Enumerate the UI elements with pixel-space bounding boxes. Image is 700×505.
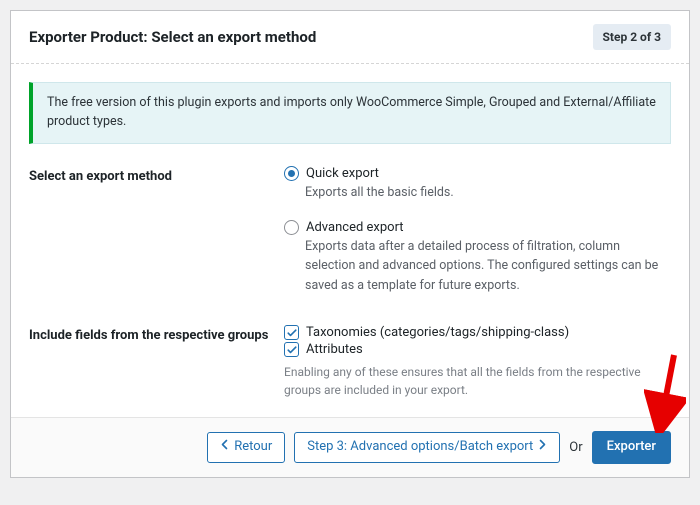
quick-export-description: Exports all the basic fields.: [305, 183, 671, 202]
export-wizard-card: Exporter Product: Select an export metho…: [10, 10, 690, 478]
taxonomies-row: Taxonomies (categories/tags/shipping-cla…: [284, 325, 671, 340]
check-icon: [286, 327, 298, 339]
advanced-export-option: Advanced export Exports data after a det…: [284, 220, 671, 295]
quick-export-label[interactable]: Quick export: [306, 166, 379, 181]
check-icon: [286, 344, 298, 356]
step-indicator-badge: Step 2 of 3: [593, 24, 671, 50]
export-button[interactable]: Exporter: [592, 431, 671, 464]
quick-export-radio[interactable]: [284, 166, 299, 181]
taxonomies-label[interactable]: Taxonomies (categories/tags/shipping-cla…: [306, 325, 569, 340]
back-button-label: Retour: [234, 439, 272, 456]
taxonomies-checkbox[interactable]: [284, 325, 299, 340]
quick-export-option: Quick export Exports all the basic field…: [284, 166, 671, 202]
include-fields-helper: Enabling any of these ensures that all t…: [284, 363, 671, 399]
page-title: Exporter Product: Select an export metho…: [29, 28, 316, 46]
back-button[interactable]: Retour: [207, 432, 285, 463]
attributes-row: Attributes: [284, 342, 671, 357]
export-method-label: Select an export method: [29, 168, 284, 186]
advanced-export-radio[interactable]: [284, 220, 299, 235]
chevron-right-icon: [538, 439, 547, 456]
card-header: Exporter Product: Select an export metho…: [11, 11, 689, 64]
export-button-label: Exporter: [607, 439, 656, 456]
notice-text: The free version of this plugin exports …: [47, 95, 656, 129]
next-step-button[interactable]: Step 3: Advanced options/Batch export: [294, 432, 560, 463]
advanced-export-label[interactable]: Advanced export: [306, 220, 404, 235]
wizard-footer: Retour Step 3: Advanced options/Batch ex…: [11, 417, 689, 477]
chevron-left-icon: [220, 439, 229, 456]
include-fields-label: Include fields from the respective group…: [29, 327, 284, 345]
include-fields-section: Include fields from the respective group…: [11, 317, 689, 403]
or-separator: Or: [569, 440, 582, 455]
attributes-label[interactable]: Attributes: [306, 342, 363, 357]
next-step-label: Step 3: Advanced options/Batch export: [307, 439, 533, 456]
attributes-checkbox[interactable]: [284, 342, 299, 357]
advanced-export-description: Exports data after a detailed process of…: [305, 237, 671, 295]
free-version-notice: The free version of this plugin exports …: [29, 82, 671, 144]
export-method-section: Select an export method Quick export Exp…: [11, 158, 689, 318]
